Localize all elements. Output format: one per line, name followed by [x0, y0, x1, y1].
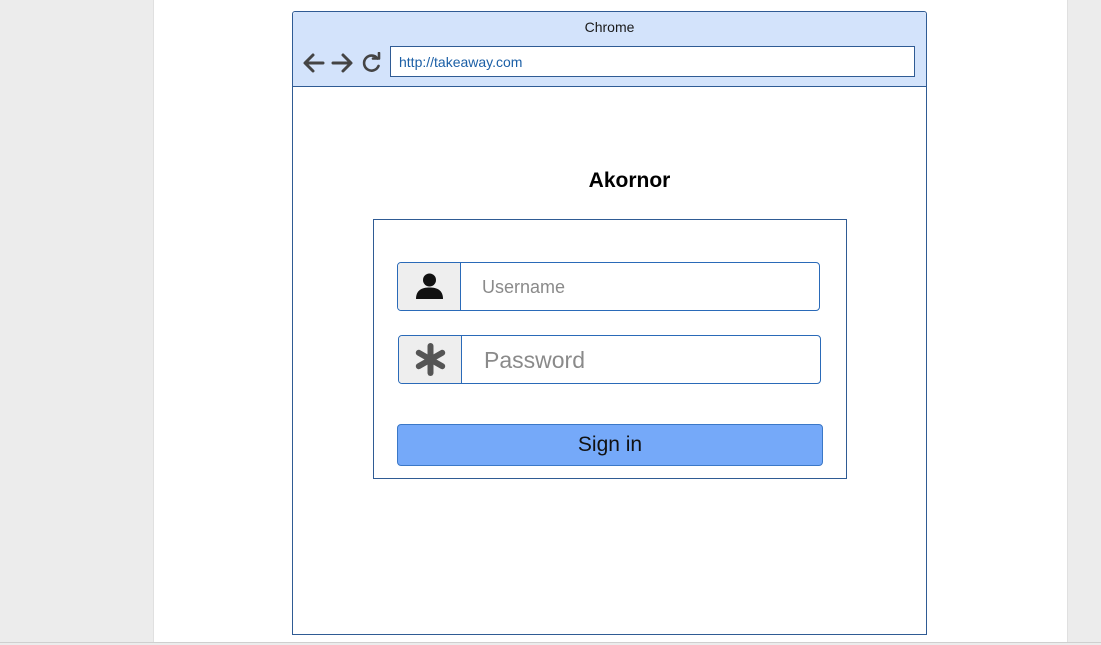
- browser-window: Chrome http://takeaway.com Akornor Usern…: [292, 11, 927, 635]
- page-title: Akornor: [588, 169, 671, 192]
- browser-toolbar: Chrome http://takeaway.com: [293, 12, 926, 87]
- asterisk-icon: [415, 343, 446, 376]
- address-url: http://takeaway.com: [399, 54, 523, 70]
- password-field[interactable]: Password: [398, 335, 821, 384]
- browser-title: Chrome: [584, 19, 635, 35]
- login-form: Username Password Sign in: [373, 219, 847, 479]
- reload-icon[interactable]: [360, 52, 384, 74]
- window-bottom-divider: [0, 642, 1101, 643]
- address-bar[interactable]: http://takeaway.com: [390, 46, 915, 77]
- forward-arrow-icon[interactable]: [330, 52, 354, 74]
- password-addon: [399, 336, 462, 383]
- back-arrow-icon[interactable]: [302, 52, 326, 74]
- user-icon: [416, 273, 443, 299]
- username-field[interactable]: Username: [397, 262, 820, 311]
- username-placeholder: Username: [482, 277, 566, 297]
- sign-in-button[interactable]: Sign in: [397, 424, 823, 466]
- password-placeholder: Password: [484, 347, 585, 373]
- username-addon: [398, 263, 461, 310]
